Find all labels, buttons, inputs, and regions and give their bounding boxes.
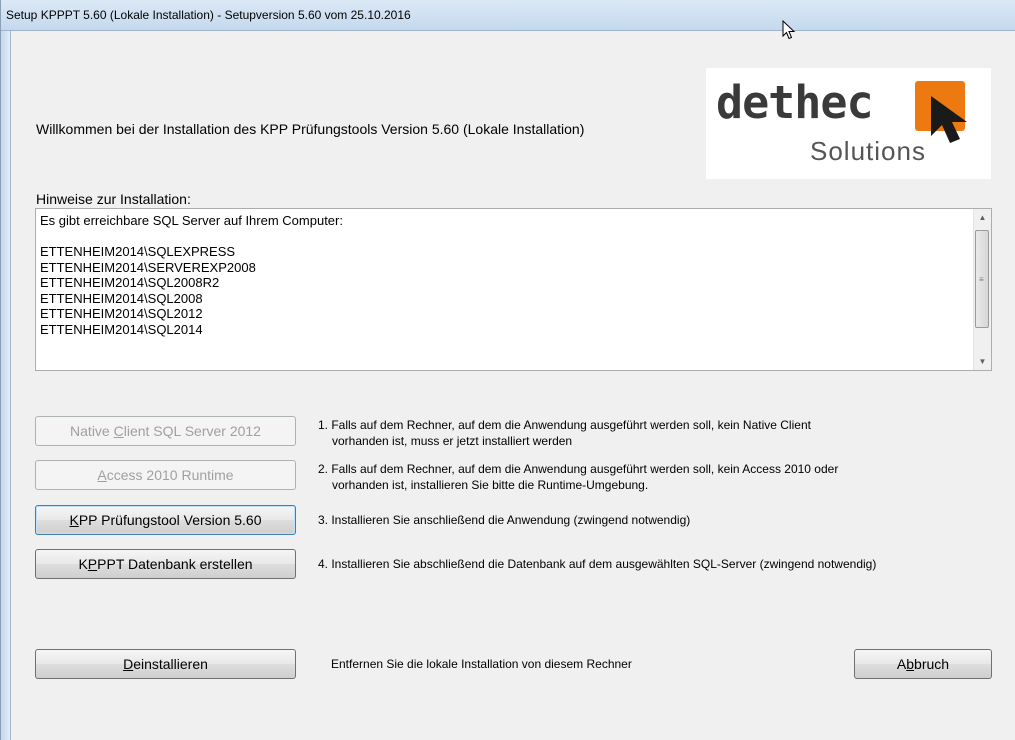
- cancel-button[interactable]: Abbruch: [854, 649, 992, 679]
- button-label-part: bruch: [914, 656, 950, 672]
- hints-line: [40, 229, 343, 245]
- button-accel-key: K: [69, 512, 79, 528]
- welcome-text: Willkommen bei der Installation des KPP …: [36, 121, 585, 137]
- hints-text: Es gibt erreichbare SQL Server auf Ihrem…: [40, 213, 343, 337]
- access-runtime-button[interactable]: Access 2010 Runtime: [35, 460, 296, 490]
- uninstall-description: Entfernen Sie die lokale Installation vo…: [331, 657, 632, 671]
- uninstall-button[interactable]: Deinstallieren: [35, 649, 296, 679]
- vertical-scrollbar[interactable]: ▲ ≡ ▼: [973, 209, 991, 370]
- button-label-part: lient SQL Server 2012: [123, 423, 261, 439]
- company-logo: dethec Solutions: [706, 68, 991, 179]
- native-client-button[interactable]: Native Client SQL Server 2012: [35, 416, 296, 446]
- hints-line: ETTENHEIM2014\SQL2008: [40, 290, 203, 306]
- button-label-part: ccess 2010 Runtime: [106, 467, 234, 483]
- button-accel-key: D: [123, 656, 134, 672]
- button-accel-key: C: [113, 423, 124, 439]
- step-1-description: 1. Falls auf dem Rechner, auf dem die An…: [318, 417, 811, 449]
- step-2-desc-line1: 2. Falls auf dem Rechner, auf dem die An…: [318, 462, 839, 476]
- logo-cursor-icon: [931, 96, 967, 143]
- hints-line: ETTENHEIM2014\SQL2008R2: [40, 275, 220, 290]
- button-label-part: A: [896, 656, 907, 672]
- hints-line: ETTENHEIM2014\SQL2014: [40, 321, 203, 337]
- button-label-part: Native: [70, 423, 114, 439]
- step-4-description: 4. Installieren Sie abschließend die Dat…: [318, 557, 877, 571]
- button-accel-key: b: [906, 656, 915, 672]
- title-bar[interactable]: Setup KPPPT 5.60 (Lokale Installation) -…: [1, 0, 1015, 40]
- scroll-down-icon[interactable]: ▼: [974, 353, 991, 370]
- hints-label: Hinweise zur Installation:: [36, 191, 191, 207]
- hints-line: ETTENHEIM2014\SERVEREXP2008: [40, 259, 256, 275]
- button-label-part: K: [78, 556, 88, 572]
- hints-textbox[interactable]: Es gibt erreichbare SQL Server auf Ihrem…: [35, 208, 992, 371]
- grip-icon: ≡: [979, 275, 984, 284]
- create-database-button[interactable]: KPPPT Datenbank erstellen: [35, 549, 296, 579]
- setup-window: Setup KPPPT 5.60 (Lokale Installation) -…: [0, 0, 1015, 740]
- button-accel-key: A: [97, 467, 107, 483]
- step-1-desc-line1: 1. Falls auf dem Rechner, auf dem die An…: [318, 418, 811, 432]
- button-label-part: PPT Datenbank erstellen: [97, 556, 253, 572]
- button-label-part: PP Prüfungstool Version 5.60: [78, 512, 262, 528]
- install-tool-button[interactable]: KPP Prüfungstool Version 5.60: [35, 505, 296, 535]
- hints-line: ETTENHEIM2014\SQL2012: [40, 306, 203, 321]
- step-2-description: 2. Falls auf dem Rechner, auf dem die An…: [318, 461, 838, 493]
- scroll-up-icon[interactable]: ▲: [974, 209, 991, 226]
- button-accel-key: P: [87, 556, 98, 572]
- scroll-thumb[interactable]: ≡: [975, 230, 989, 328]
- window-title: Setup KPPPT 5.60 (Lokale Installation) -…: [6, 8, 411, 22]
- mouse-cursor-icon: [782, 20, 796, 40]
- step-2-desc-line2: vorhanden ist, installieren Sie bitte di…: [332, 478, 649, 492]
- step-1-desc-line2: vorhanden ist, muss er jetzt installiert…: [332, 434, 573, 448]
- hints-line: ETTENHEIM2014\SQLEXPRESS: [40, 244, 236, 259]
- window-left-border: [1, 31, 11, 740]
- logo-brand-text: dethec: [716, 76, 874, 129]
- step-3-description: 3. Installieren Sie anschließend die Anw…: [318, 513, 691, 527]
- hints-line: Es gibt erreichbare SQL Server auf Ihrem…: [40, 213, 343, 228]
- button-label-part: einstallieren: [133, 656, 208, 672]
- logo-sub-text: Solutions: [810, 136, 926, 166]
